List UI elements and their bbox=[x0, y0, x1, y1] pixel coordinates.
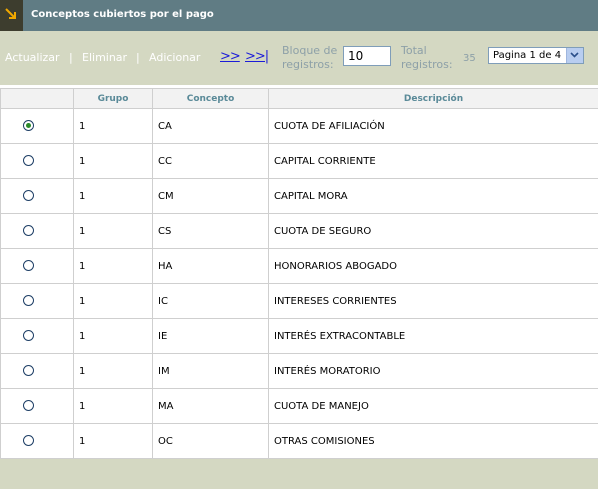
table-row[interactable]: 1 IE INTERÉS EXTRACONTABLE bbox=[0, 318, 598, 354]
cell-grupo: 1 bbox=[73, 248, 153, 284]
chevron-down-icon[interactable] bbox=[566, 48, 583, 63]
delete-button[interactable]: Eliminar bbox=[82, 51, 127, 64]
column-header-select bbox=[0, 88, 74, 109]
cell-concepto: CM bbox=[152, 178, 269, 214]
row-select-cell[interactable] bbox=[0, 108, 74, 144]
cell-concepto: IC bbox=[152, 283, 269, 319]
row-select-cell[interactable] bbox=[0, 353, 74, 389]
cell-concepto: IM bbox=[152, 353, 269, 389]
total-records-value: 35 bbox=[463, 53, 476, 64]
table-row[interactable]: 1 OC OTRAS COMISIONES bbox=[0, 423, 598, 459]
block-size-label: Bloque de registros: bbox=[282, 44, 338, 71]
row-select-cell[interactable] bbox=[0, 423, 74, 459]
page-select[interactable]: Pagina 1 de 4 bbox=[488, 47, 584, 64]
column-header-descripcion[interactable]: Descripción bbox=[268, 88, 598, 109]
cell-concepto: HA bbox=[152, 248, 269, 284]
table-row[interactable]: 1 CM CAPITAL MORA bbox=[0, 178, 598, 214]
last-page-link[interactable]: >>| bbox=[245, 49, 269, 64]
row-select-cell[interactable] bbox=[0, 283, 74, 319]
cell-concepto: OC bbox=[152, 423, 269, 459]
row-select-cell[interactable] bbox=[0, 178, 74, 214]
cell-descripcion: CUOTA DE AFILIACIÓN bbox=[268, 108, 598, 144]
next-page-link[interactable]: >> bbox=[220, 49, 241, 64]
radio-icon[interactable] bbox=[23, 260, 34, 272]
radio-icon[interactable] bbox=[23, 400, 34, 412]
cell-descripcion: HONORARIOS ABOGADO bbox=[268, 248, 598, 284]
cell-grupo: 1 bbox=[73, 213, 153, 249]
arrow-down-right-icon bbox=[0, 0, 23, 31]
cell-concepto: MA bbox=[152, 388, 269, 424]
cell-grupo: 1 bbox=[73, 388, 153, 424]
column-header-grupo[interactable]: Grupo bbox=[73, 88, 153, 109]
toolbar: Actualizar | Eliminar | Adicionar >> >>|… bbox=[0, 31, 598, 85]
title-bar: Conceptos cubiertos por el pago bbox=[0, 0, 598, 31]
row-select-cell[interactable] bbox=[0, 143, 74, 179]
table-row[interactable]: 1 CC CAPITAL CORRIENTE bbox=[0, 143, 598, 179]
row-select-cell[interactable] bbox=[0, 388, 74, 424]
table-row[interactable]: 1 CS CUOTA DE SEGURO bbox=[0, 213, 598, 249]
toolbar-separator: | bbox=[136, 51, 140, 64]
cell-concepto: IE bbox=[152, 318, 269, 354]
block-size-input[interactable] bbox=[343, 46, 391, 66]
cell-descripcion: CAPITAL CORRIENTE bbox=[268, 143, 598, 179]
table-row[interactable]: 1 MA CUOTA DE MANEJO bbox=[0, 388, 598, 424]
page-title: Conceptos cubiertos por el pago bbox=[31, 9, 214, 20]
table-row[interactable]: 1 IC INTERESES CORRIENTES bbox=[0, 283, 598, 319]
radio-icon[interactable] bbox=[23, 225, 34, 237]
toolbar-separator: | bbox=[69, 51, 73, 64]
page-select-value: Pagina 1 de 4 bbox=[493, 50, 562, 61]
cell-grupo: 1 bbox=[73, 143, 153, 179]
cell-grupo: 1 bbox=[73, 353, 153, 389]
add-button[interactable]: Adicionar bbox=[149, 51, 200, 64]
radio-icon[interactable] bbox=[23, 435, 34, 447]
cell-descripcion: OTRAS COMISIONES bbox=[268, 423, 598, 459]
radio-icon[interactable] bbox=[23, 365, 34, 377]
table-row[interactable]: 1 IM INTERÉS MORATORIO bbox=[0, 353, 598, 389]
cell-grupo: 1 bbox=[73, 283, 153, 319]
cell-grupo: 1 bbox=[73, 318, 153, 354]
row-select-cell[interactable] bbox=[0, 248, 74, 284]
cell-descripcion: INTERÉS EXTRACONTABLE bbox=[268, 318, 598, 354]
table-header-row: Grupo Concepto Descripción bbox=[0, 88, 598, 109]
concepts-table: Grupo Concepto Descripción 1 CA CUOTA DE A… bbox=[0, 88, 598, 459]
table-row[interactable]: 1 HA HONORARIOS ABOGADO bbox=[0, 248, 598, 284]
table-row[interactable]: 1 CA CUOTA DE AFILIACIÓN bbox=[0, 108, 598, 144]
radio-icon[interactable] bbox=[23, 295, 34, 307]
cell-grupo: 1 bbox=[73, 423, 153, 459]
update-button[interactable]: Actualizar bbox=[5, 51, 60, 64]
cell-concepto: CS bbox=[152, 213, 269, 249]
radio-icon[interactable] bbox=[23, 120, 34, 132]
radio-icon[interactable] bbox=[23, 330, 34, 342]
cell-concepto: CA bbox=[152, 108, 269, 144]
cell-descripcion: CUOTA DE SEGURO bbox=[268, 213, 598, 249]
column-header-concepto[interactable]: Concepto bbox=[152, 88, 269, 109]
cell-descripcion: CUOTA DE MANEJO bbox=[268, 388, 598, 424]
cell-descripcion: INTERESES CORRIENTES bbox=[268, 283, 598, 319]
total-records-label: Total registros: bbox=[401, 44, 453, 71]
row-select-cell[interactable] bbox=[0, 318, 74, 354]
cell-concepto: CC bbox=[152, 143, 269, 179]
cell-descripcion: CAPITAL MORA bbox=[268, 178, 598, 214]
cell-grupo: 1 bbox=[73, 108, 153, 144]
radio-icon[interactable] bbox=[23, 155, 34, 167]
cell-grupo: 1 bbox=[73, 178, 153, 214]
cell-descripcion: INTERÉS MORATORIO bbox=[268, 353, 598, 389]
radio-icon[interactable] bbox=[23, 190, 34, 202]
row-select-cell[interactable] bbox=[0, 213, 74, 249]
footer-bar bbox=[0, 459, 598, 489]
